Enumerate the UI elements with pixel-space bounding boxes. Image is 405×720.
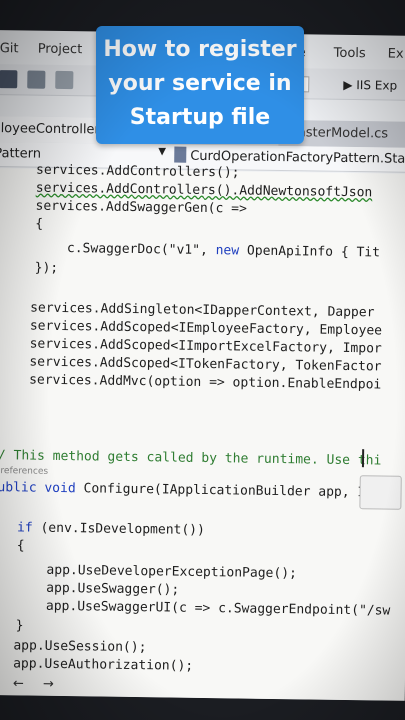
code-line: app.UseSwaggerUI(c => c.SwaggerEndpoint(… (45, 598, 391, 619)
code-line: services.AddScoped<ITokenFactory, TokenF… (29, 354, 382, 375)
reference-count[interactable]: 0 references (0, 466, 48, 477)
code-line: { (16, 538, 25, 554)
code-line: } (0, 410, 1, 425)
run-target-label: IIS Exp (356, 78, 398, 93)
code-editor[interactable]: services.AddControllers(); services.AddC… (0, 163, 405, 701)
code-comment: // This method gets called by the runtim… (0, 447, 382, 469)
code-line: services.AddSingleton<IDapperContext, Da… (30, 300, 375, 321)
title-overlay: How to register your service in Startup … (96, 26, 304, 144)
code-line: services.AddSwaggerGen(c => (35, 198, 247, 217)
code-line: services.AddControllers(); (35, 162, 240, 181)
code-line: services.AddScoped<IImportExcelFactory, … (29, 336, 382, 357)
back-arrow-icon[interactable]: ← (13, 676, 24, 691)
code-line: } (15, 618, 24, 634)
menu-tools[interactable]: Tools (334, 46, 366, 61)
quick-action-popup[interactable] (359, 475, 402, 510)
nav-project-dropdown[interactable]: Pattern (0, 146, 41, 162)
code-line: services.AddMvc(option => option.EnableE… (29, 372, 382, 393)
code-line: services.AddScoped<IEmployeeFactory, Emp… (29, 318, 383, 339)
run-button[interactable]: ▶ IIS Exp (343, 78, 397, 93)
undo-icon[interactable] (27, 70, 46, 89)
overlay-title-line: your service in (108, 71, 292, 96)
redo-icon[interactable] (55, 70, 74, 90)
menu-project[interactable]: Project (38, 42, 83, 58)
play-icon: ▶ (343, 77, 353, 93)
code-line: if (env.IsDevelopment()) (16, 520, 205, 538)
chevron-down-icon[interactable]: ▼ (158, 146, 166, 157)
overlay-title-line: Startup file (129, 105, 271, 130)
code-line: services.AddControllers().AddNewtonsoftJ… (35, 180, 373, 201)
menu-git[interactable]: Git (0, 41, 19, 56)
code-line: c.SwaggerDoc("v1", new OpenApiInfo { Tit (66, 241, 381, 261)
code-line: app.UseDeveloperExceptionPage(); (46, 562, 297, 582)
menu-extensions[interactable]: Ex (388, 47, 404, 62)
forward-arrow-icon[interactable]: → (43, 677, 54, 692)
ibeam-cursor-icon (361, 449, 365, 468)
overlay-title-line: How to register (103, 37, 297, 62)
save-all-icon[interactable] (0, 70, 18, 89)
code-line: app.UseSession(); (13, 638, 147, 656)
code-line: }); (34, 260, 59, 276)
class-icon (174, 146, 187, 163)
code-line: public void Configure(IApplicationBuilde… (0, 479, 382, 501)
code-line: { (35, 216, 44, 232)
code-line: app.UseAuthorization(); (13, 656, 194, 674)
code-line: app.UseSwagger(); (46, 580, 180, 598)
